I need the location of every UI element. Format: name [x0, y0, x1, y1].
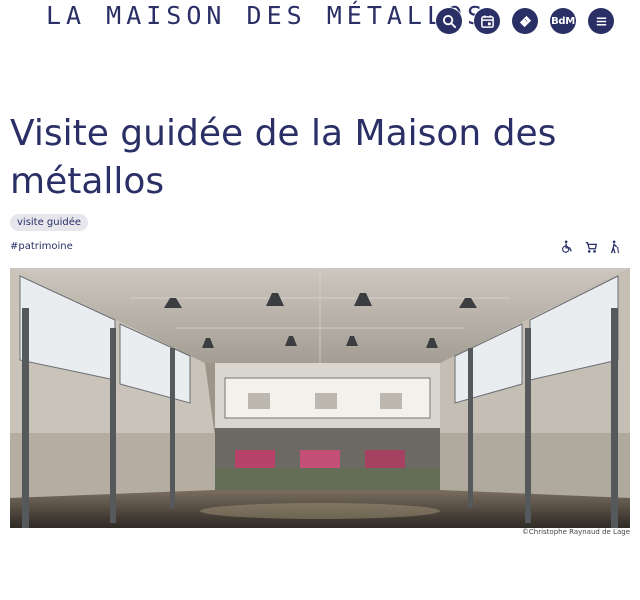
header-nav: BdM [436, 8, 614, 34]
bdm-label: BdM [551, 15, 575, 27]
hashtag-link[interactable]: #patrimoine [10, 241, 73, 252]
agenda-button[interactable] [474, 8, 500, 34]
elderly-walking-icon [608, 240, 622, 254]
page-title: Visite guidée de la Maison des métallos [10, 113, 557, 202]
ticket-icon [518, 14, 533, 29]
wheelchair-icon [560, 240, 574, 254]
hall-photo [10, 268, 630, 528]
site-logo[interactable]: LA MAISON DES MÉTALLOS [46, 2, 487, 30]
calendar-icon [480, 14, 495, 29]
search-button[interactable] [436, 8, 462, 34]
stroller-icon [584, 240, 598, 254]
bdm-button[interactable]: BdM [550, 8, 576, 34]
accessibility-icons [560, 240, 622, 254]
menu-button[interactable] [588, 8, 614, 34]
search-icon [442, 14, 457, 29]
photo-credit: ©Christophe Raynaud de Lage [521, 528, 630, 536]
category-tag[interactable]: visite guidée [10, 214, 89, 231]
ticket-button[interactable] [512, 8, 538, 34]
menu-icon [594, 14, 609, 29]
